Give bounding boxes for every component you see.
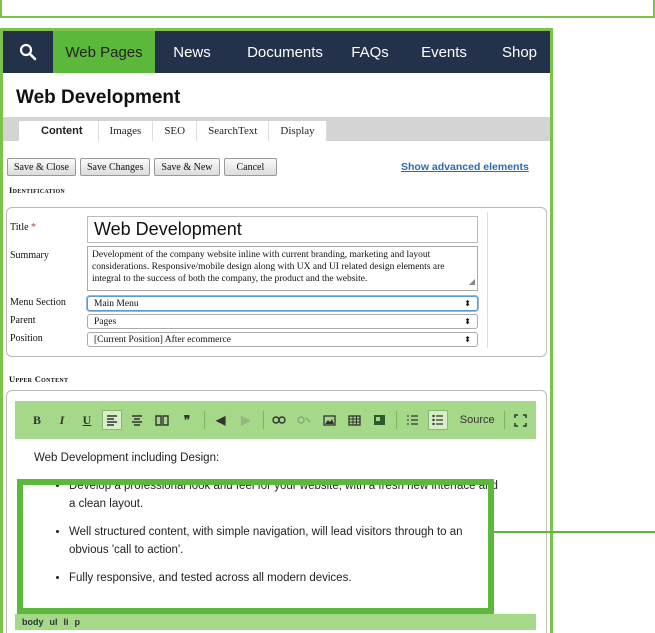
table-button[interactable] — [344, 410, 364, 430]
toolbar-separator — [262, 411, 264, 429]
nav-item-events[interactable]: Events — [399, 31, 489, 73]
show-advanced-link[interactable]: Show advanced elements — [401, 161, 529, 173]
nav-item-web-pages[interactable]: Web Pages — [53, 31, 155, 73]
quote-icon: ❞ — [183, 413, 191, 427]
tab-searchtext[interactable]: SearchText — [197, 121, 270, 141]
align-left-button[interactable] — [102, 410, 122, 430]
action-buttons: Save & Close Save Changes Save & New Can… — [7, 158, 278, 176]
resize-handle-icon[interactable]: ◢ — [469, 276, 475, 288]
tab-seo[interactable]: SEO — [153, 121, 198, 141]
nav-item-shop[interactable]: Shop — [489, 31, 550, 73]
underline-button[interactable]: U — [77, 410, 97, 430]
align-center-button[interactable] — [127, 410, 147, 430]
required-marker: * — [31, 222, 37, 233]
media-icon — [373, 415, 385, 425]
select-arrows-icon: ⬍ — [464, 299, 471, 308]
book-icon — [155, 415, 169, 426]
panel-divider — [487, 212, 488, 348]
nav-item-faqs[interactable]: FAQs — [341, 31, 399, 73]
title-label-text: Title — [10, 222, 29, 233]
callout-highlight-box — [17, 479, 494, 614]
cancel-button[interactable]: Cancel — [223, 158, 278, 176]
redo-icon: ▶ — [241, 413, 251, 427]
numbered-list-button[interactable] — [403, 410, 423, 430]
content-intro: Web Development including Design: — [34, 452, 220, 464]
book-button[interactable] — [152, 410, 172, 430]
editor-toolbar: B I U ❞ ◀ ▶ Source — [15, 401, 536, 439]
italic-button[interactable]: I — [52, 410, 72, 430]
nav-item-documents[interactable]: Documents — [229, 31, 341, 73]
tab-content[interactable]: Content — [19, 121, 99, 141]
link-button[interactable] — [269, 410, 289, 430]
link-icon — [272, 416, 287, 424]
page-title: Web Development — [16, 87, 181, 108]
save-changes-button[interactable]: Save Changes — [80, 158, 151, 176]
undo-icon: ◀ — [216, 413, 226, 427]
unlink-button[interactable] — [294, 410, 314, 430]
path-ul[interactable]: ul — [50, 617, 58, 627]
numbered-list-icon — [407, 415, 419, 425]
identification-heading: Identification — [9, 185, 66, 195]
select-arrows-icon: ⬍ — [464, 317, 471, 326]
tab-images[interactable]: Images — [99, 121, 154, 141]
align-left-icon — [107, 415, 117, 426]
menu-section-label: Menu Section — [10, 297, 66, 308]
menu-section-select[interactable]: Main Menu ⬍ — [87, 296, 478, 311]
blockquote-button[interactable]: ❞ — [177, 410, 197, 430]
toolbar-separator — [204, 411, 205, 429]
path-li[interactable]: li — [64, 617, 69, 627]
position-select[interactable]: [Current Position] After ecommerce ⬍ — [87, 332, 478, 347]
unlink-icon — [297, 416, 311, 424]
callout-leader-line — [494, 531, 655, 533]
summary-text: Development of the company website inlin… — [92, 250, 445, 284]
bulleted-list-icon — [432, 414, 444, 426]
parent-value: Pages — [94, 316, 117, 327]
parent-label: Parent — [10, 315, 36, 326]
tab-display[interactable]: Display — [269, 121, 327, 141]
toolbar-separator — [396, 411, 398, 429]
redo-button[interactable]: ▶ — [236, 410, 256, 430]
media-button[interactable] — [369, 410, 389, 430]
element-path-bar: body ul li p — [15, 614, 536, 630]
path-body[interactable]: body — [22, 617, 44, 627]
undo-button[interactable]: ◀ — [211, 410, 231, 430]
title-input[interactable]: Web Development — [87, 216, 478, 243]
select-arrows-icon: ⬍ — [464, 335, 471, 344]
decorative-top-frame — [0, 0, 655, 18]
identification-panel: Title * Web Development Summary Developm… — [6, 207, 547, 357]
source-button[interactable]: Source — [453, 410, 497, 430]
maximize-button[interactable] — [511, 410, 531, 430]
image-icon — [323, 414, 336, 426]
bold-button[interactable]: B — [27, 410, 47, 430]
maximize-icon — [514, 413, 528, 427]
path-p[interactable]: p — [75, 617, 81, 627]
position-value: [Current Position] After ecommerce — [94, 334, 231, 345]
source-label: Source — [459, 414, 495, 426]
menu-section-value: Main Menu — [94, 298, 139, 309]
save-close-button[interactable]: Save & Close — [7, 158, 76, 176]
summary-textarea[interactable]: Development of the company website inlin… — [87, 246, 478, 291]
upper-content-heading: Upper Content — [9, 374, 69, 384]
position-label: Position — [10, 333, 43, 344]
save-new-button[interactable]: Save & New — [154, 158, 220, 176]
title-label: Title * — [10, 222, 36, 233]
tab-bar: Content Images SEO SearchText Display — [3, 117, 550, 141]
summary-label: Summary — [10, 250, 49, 261]
search-button[interactable] — [3, 31, 53, 73]
table-icon — [348, 414, 361, 426]
parent-select[interactable]: Pages ⬍ — [87, 314, 478, 329]
image-button[interactable] — [319, 410, 339, 430]
top-nav: Web Pages News Documents FAQs Events Sho… — [3, 31, 550, 73]
bulleted-list-button[interactable] — [428, 410, 449, 430]
search-icon — [19, 43, 37, 61]
align-center-icon — [132, 415, 142, 426]
toolbar-separator — [504, 411, 505, 429]
nav-item-news[interactable]: News — [155, 31, 229, 73]
